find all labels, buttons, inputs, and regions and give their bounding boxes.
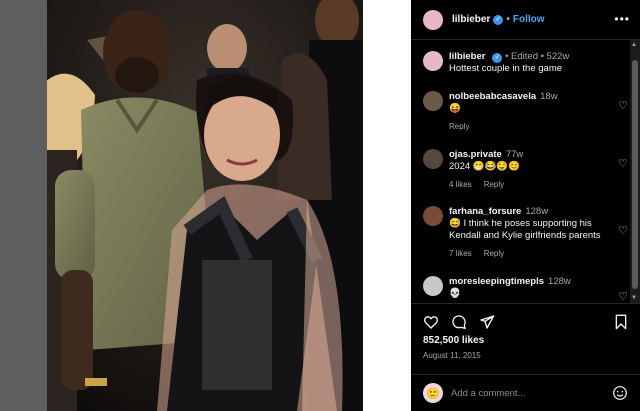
comments-list[interactable]: lilbieber ✓ • Edited • 522w Hottest coupl…	[411, 40, 640, 303]
reply-button[interactable]: Reply	[449, 122, 469, 131]
comment-meta: 4 likes Reply	[449, 179, 609, 191]
author-username[interactable]: lilbieber	[452, 14, 490, 25]
comment-age: 128w	[548, 276, 571, 287]
caption-edited: • Edited • 522w	[505, 51, 570, 62]
white-gutter	[363, 0, 411, 411]
author-avatar[interactable]	[423, 9, 443, 30]
post-actions: 852,500 likes August 11, 2015 🙂	[411, 303, 640, 403]
scrollbar[interactable]: ▲ ▼	[630, 40, 640, 303]
photo-illustration	[47, 0, 363, 411]
commenter-avatar[interactable]	[423, 276, 443, 296]
commenter-avatar[interactable]	[423, 149, 443, 169]
author-avatar-small[interactable]	[423, 51, 443, 71]
comment-meta: Reply	[449, 121, 609, 133]
commenter-avatar[interactable]	[423, 206, 443, 226]
scroll-down-icon[interactable]: ▼	[631, 295, 637, 301]
scroll-up-icon[interactable]: ▲	[631, 42, 637, 48]
comment-meta: 7 likes Reply	[449, 248, 609, 260]
bookmark-icon[interactable]	[614, 314, 628, 330]
caption-body: lilbieber ✓ • Edited • 522w Hottest coupl…	[449, 51, 609, 75]
comment-age: 18w	[540, 91, 558, 102]
caption-username[interactable]: lilbieber	[449, 51, 485, 62]
commenter-username[interactable]: nolbeebabcasavela	[449, 91, 536, 102]
comment-age: 77w	[505, 149, 524, 160]
likes-count[interactable]: 4 likes	[449, 180, 472, 189]
comment-input[interactable]	[451, 384, 601, 402]
post-side-panel: lilbieber ✓ • Follow ••• lilbieber ✓ • Ed…	[411, 0, 640, 411]
likes-count[interactable]: 7 likes	[449, 249, 472, 258]
like-comment-heart-icon[interactable]: ♡	[618, 99, 628, 112]
verified-badge-icon: ✓	[492, 53, 503, 63]
stage: lilbieber ✓ • Follow ••• lilbieber ✓ • Ed…	[0, 0, 640, 411]
comment-icon[interactable]	[451, 314, 467, 330]
commenter-username[interactable]: farhana_forsure	[449, 206, 521, 217]
commenter-username[interactable]: ojas.private	[449, 149, 502, 160]
comment-text: 😅 I think he poses supporting his Kendal…	[449, 218, 601, 241]
share-icon[interactable]	[479, 314, 495, 330]
likes-count[interactable]: 852,500 likes	[423, 335, 484, 346]
post-header: lilbieber ✓ • Follow •••	[411, 0, 640, 40]
action-icons	[423, 314, 495, 330]
post-date[interactable]: August 11, 2015	[423, 351, 481, 360]
reply-button[interactable]: Reply	[484, 249, 504, 258]
post-photo[interactable]	[47, 0, 363, 411]
like-comment-heart-icon[interactable]: ♡	[618, 290, 628, 303]
smile-icon[interactable]	[612, 385, 628, 401]
heart-icon[interactable]	[423, 314, 439, 330]
comment-text: 💀	[449, 288, 461, 299]
comment-body: ojas.private 77w 2024 😁😂🤤😊 4 likes Reply	[449, 149, 609, 191]
commenter-avatar[interactable]	[423, 91, 443, 111]
caption-text: Hottest couple in the game	[449, 63, 563, 74]
separator-dot: •	[506, 14, 510, 25]
verified-badge-icon: ✓	[493, 14, 504, 25]
reply-button[interactable]: Reply	[484, 180, 504, 189]
comment-text: 2024 😁😂🤤😊	[449, 161, 521, 172]
more-icon[interactable]: •••	[614, 12, 630, 26]
commenter-username[interactable]: moresleepingtimepls	[449, 276, 544, 287]
like-comment-heart-icon[interactable]: ♡	[618, 224, 628, 237]
emoji-icon[interactable]: 🙂	[423, 383, 443, 403]
comment-body: nolbeebabcasavela 18w 😝 Reply	[449, 91, 609, 133]
follow-button[interactable]: Follow	[513, 14, 545, 25]
comment-composer: 🙂	[411, 374, 640, 411]
comment-body: farhana_forsure 128w 😅 I think he poses s…	[449, 206, 609, 260]
scroll-thumb[interactable]	[632, 60, 638, 289]
comment-body: moresleepingtimepls 128w 💀	[449, 276, 609, 300]
like-comment-heart-icon[interactable]: ♡	[618, 157, 628, 170]
comment-text: 😝	[449, 103, 461, 114]
comment-age: 128w	[525, 206, 549, 217]
